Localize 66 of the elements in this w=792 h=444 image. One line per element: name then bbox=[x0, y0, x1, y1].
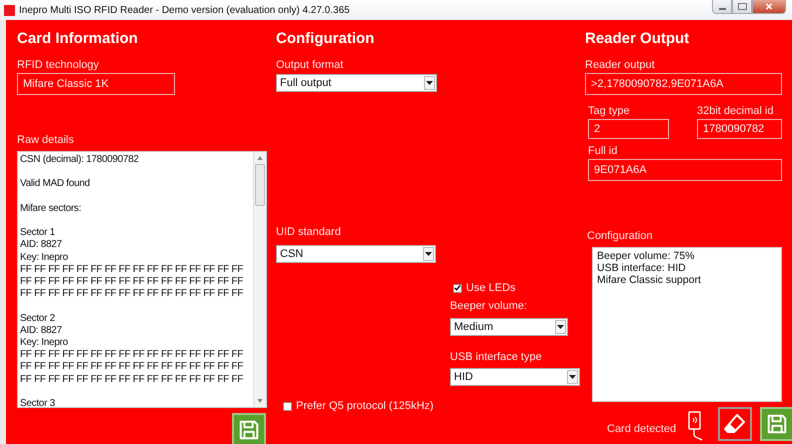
close-button[interactable] bbox=[752, 0, 786, 14]
text-line: Mifare sectors: bbox=[20, 202, 82, 215]
scroll-down-icon[interactable] bbox=[257, 399, 263, 403]
field-label: Configuration bbox=[587, 230, 652, 242]
text-line: USB interface: HID bbox=[597, 262, 687, 274]
text-line: FF FF FF FF FF FF FF FF FF FF FF FF FF FF FF FF bbox=[20, 361, 244, 374]
text-line: Key: Inepro bbox=[20, 336, 69, 350]
text-line: Key: Inepro bbox=[20, 252, 69, 264]
checkbox-label: Use LEDs bbox=[466, 282, 516, 294]
text-field[interactable]: Mifare Classic 1K bbox=[17, 73, 175, 95]
field-label: 32bit decimal id bbox=[697, 105, 774, 117]
scrollbar[interactable] bbox=[253, 152, 266, 407]
text-line: FF FF FF FF FF FF FF FF FF FF FF FF FF FF FF FF bbox=[20, 288, 244, 300]
field-label: RFID technology bbox=[17, 59, 99, 71]
field-label: Tag type bbox=[588, 105, 631, 117]
field-label: UID standard bbox=[276, 226, 341, 238]
close-icon bbox=[765, 3, 773, 10]
text-field[interactable]: >2,1780090782,9E071A6A bbox=[585, 73, 782, 95]
section-heading: Card Information bbox=[17, 30, 138, 48]
text-line: Sector 1 bbox=[20, 227, 56, 240]
minimize-button[interactable] bbox=[712, 0, 732, 14]
text-field[interactable]: 2 bbox=[588, 119, 669, 139]
save-icon bbox=[238, 419, 260, 441]
eraser-icon bbox=[723, 412, 748, 436]
save-button[interactable] bbox=[760, 407, 792, 441]
text-field[interactable]: 9E071A6A bbox=[588, 159, 782, 181]
save-icon bbox=[766, 413, 788, 435]
text-field[interactable]: 1780090782 bbox=[697, 119, 782, 139]
dropdown[interactable]: Full output bbox=[276, 74, 437, 92]
window-title: Inepro Multi ISO RFID Reader - Demo version (evaluation only) 4.27.0.365 bbox=[19, 4, 350, 16]
text-line: AID: 8827 bbox=[20, 239, 63, 252]
text-line: Sector 3 bbox=[20, 398, 56, 407]
text-line: FF FF FF FF FF FF FF FF FF FF FF FF FF FF FF FF bbox=[20, 276, 244, 288]
text-line: FF FF FF FF FF FF FF FF FF FF FF FF FF FF FF FF bbox=[20, 349, 244, 362]
text-area[interactable] bbox=[17, 151, 267, 408]
text-line: CSN (decimal): 1780090782 bbox=[20, 154, 140, 166]
save-button[interactable] bbox=[232, 413, 266, 444]
text-line: Valid MAD found bbox=[20, 178, 91, 191]
status-text: Card detected bbox=[607, 423, 676, 435]
card-reader-icon bbox=[687, 411, 704, 441]
erase-button[interactable] bbox=[718, 407, 752, 441]
text-line: FF FF FF FF FF FF FF FF FF FF FF FF FF FF FF FF bbox=[20, 374, 244, 386]
text-area[interactable]: Beeper volume: 75% USB interface: HID Mifare Classic support bbox=[592, 247, 782, 402]
app-icon bbox=[4, 4, 15, 16]
field-label: Output format bbox=[276, 59, 344, 71]
checkbox-label: Prefer Q5 protocol (125kHz) bbox=[296, 400, 434, 412]
field-label: Raw details bbox=[17, 134, 74, 146]
text-line: Sector 2 bbox=[20, 312, 56, 325]
text-line: AID: 8827 bbox=[20, 324, 63, 337]
dropdown[interactable]: CSN bbox=[276, 245, 436, 263]
section-heading: Reader Output bbox=[585, 30, 690, 48]
field-label: USB interface type bbox=[450, 351, 542, 363]
checkbox[interactable] bbox=[283, 402, 292, 410]
field-label: Reader output bbox=[585, 59, 655, 71]
maximize-button[interactable] bbox=[732, 0, 752, 14]
text-line: Beeper volume: 75% bbox=[597, 250, 696, 262]
scroll-up-icon[interactable] bbox=[257, 156, 263, 160]
section-heading: Configuration bbox=[276, 30, 374, 48]
checkbox[interactable] bbox=[453, 284, 462, 292]
scroll-thumb[interactable] bbox=[255, 164, 265, 206]
dropdown[interactable]: Medium bbox=[450, 318, 568, 336]
dropdown[interactable]: HID bbox=[450, 368, 580, 386]
field-label: Beeper volume: bbox=[450, 300, 528, 312]
text-line: FF FF FF FF FF FF FF FF FF FF FF FF FF FF FF FF bbox=[20, 264, 244, 276]
text-line: Mifare Classic support bbox=[597, 274, 702, 286]
field-label: Full id bbox=[588, 145, 618, 157]
